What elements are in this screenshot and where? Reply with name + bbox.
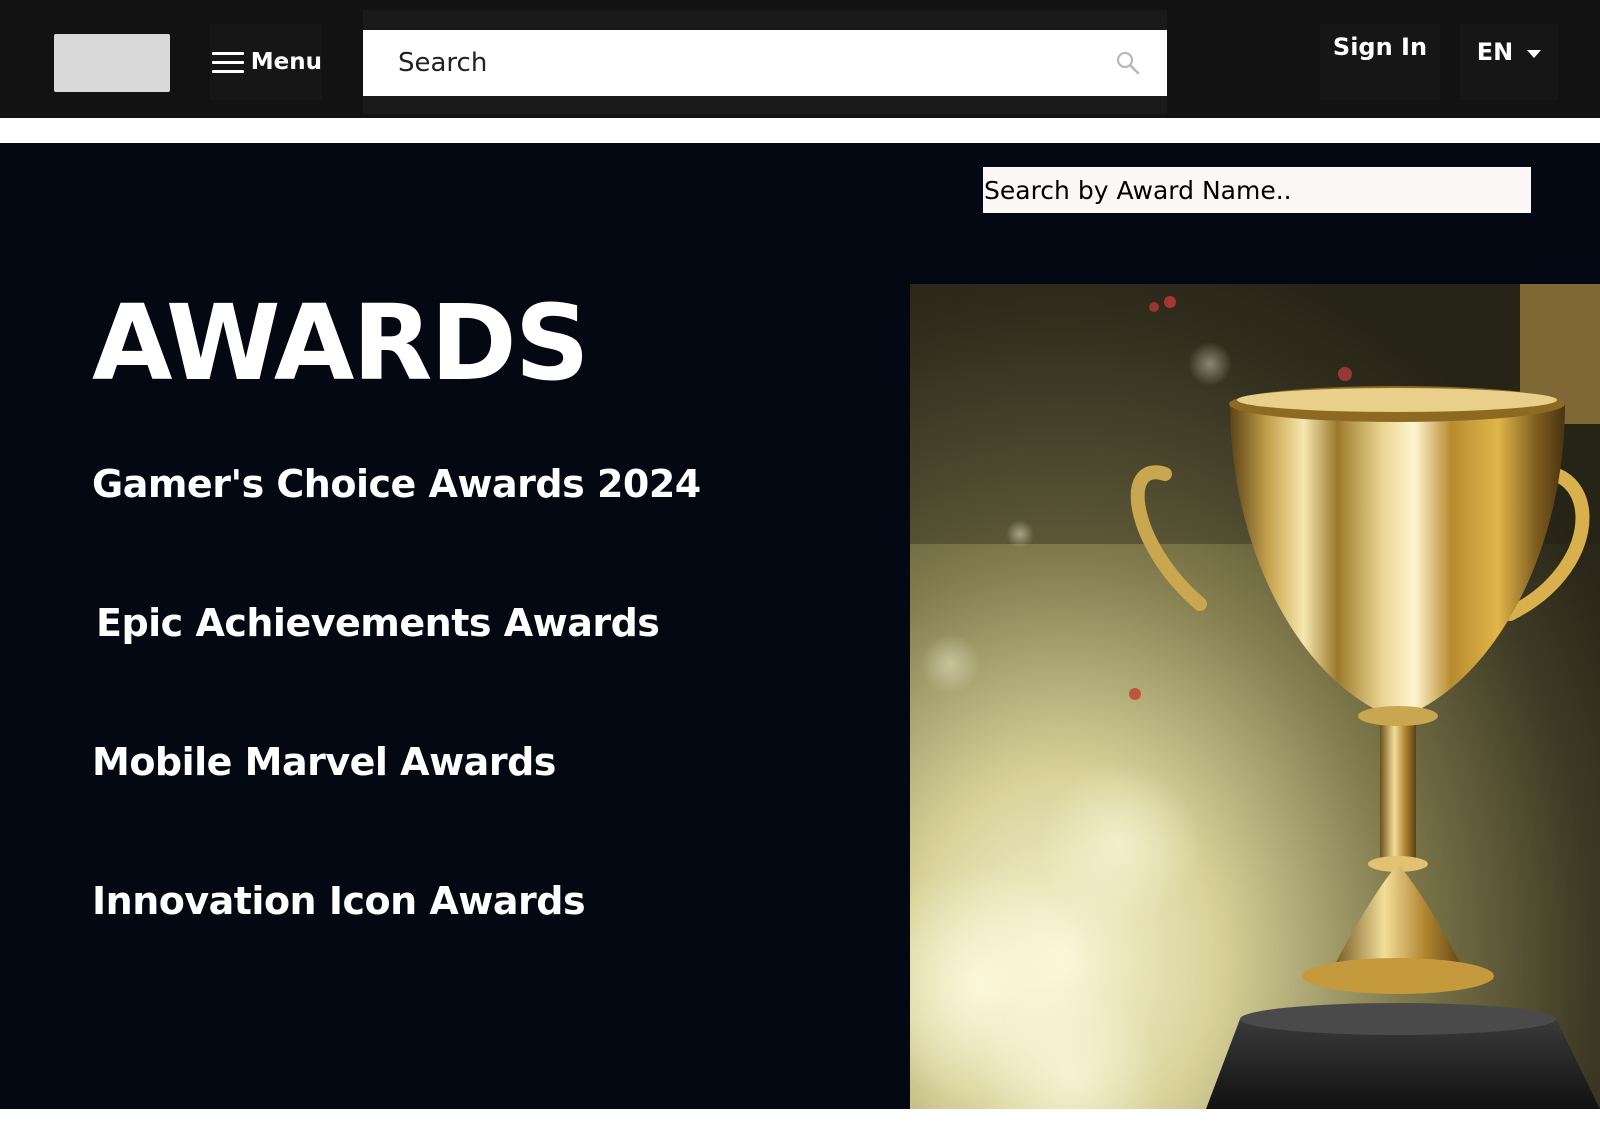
caret-down-icon <box>1527 50 1542 58</box>
award-search-input[interactable] <box>983 167 1531 213</box>
award-link-epic-achievements[interactable]: Epic Achievements Awards <box>96 604 660 642</box>
language-selector[interactable]: EN <box>1460 24 1558 100</box>
site-search <box>363 10 1167 114</box>
sign-in-button[interactable]: Sign In <box>1320 24 1440 100</box>
award-link-innovation-icon[interactable]: Innovation Icon Awards <box>92 882 586 920</box>
award-link-mobile-marvel[interactable]: Mobile Marvel Awards <box>92 743 556 781</box>
awards-section: AWARDS Gamer's Choice Awards 2024 Epic A… <box>0 143 1600 1109</box>
language-label: EN <box>1476 38 1514 66</box>
trophy-illustration <box>910 284 1600 1109</box>
menu-label: Menu <box>250 49 322 75</box>
search-box <box>363 30 1167 96</box>
top-navigation-bar: Menu Sign In EN <box>0 0 1600 118</box>
search-icon[interactable] <box>1115 50 1141 76</box>
trophy-image <box>910 284 1600 1109</box>
sign-in-label: Sign In <box>1332 33 1428 61</box>
menu-button[interactable]: Menu <box>210 24 322 100</box>
award-link-gamers-choice[interactable]: Gamer's Choice Awards 2024 <box>92 465 701 503</box>
search-input[interactable] <box>396 47 1080 79</box>
site-logo[interactable] <box>54 34 170 92</box>
page-title: AWARDS <box>92 282 590 404</box>
hamburger-icon <box>212 50 244 74</box>
